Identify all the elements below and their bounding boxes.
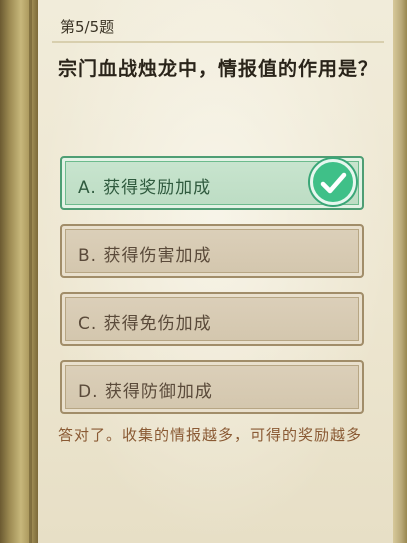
option-d[interactable]: D. 获得防御加成 [60, 360, 364, 414]
header-divider [52, 41, 384, 43]
question-text: 宗门血战烛龙中，情报值的作用是？ [58, 58, 379, 80]
scroll-rod-left [0, 0, 38, 543]
option-b-label: B. 获得伤害加成 [78, 246, 212, 266]
answer-explanation: 答对了。收集的情报越多，可得的奖励越多 [58, 426, 363, 444]
checkmark-icon [310, 159, 356, 205]
option-c[interactable]: C. 获得免伤加成 [60, 292, 364, 346]
quiz-panel: 第5/5题 宗门血战烛龙中，情报值的作用是？ A. 获得奖励加成 B. 获得伤害… [38, 0, 393, 543]
option-a-label: A. 获得奖励加成 [78, 178, 212, 198]
option-b[interactable]: B. 获得伤害加成 [60, 224, 364, 278]
scroll-rod-right [393, 0, 407, 543]
option-a[interactable]: A. 获得奖励加成 [60, 156, 364, 210]
question-counter: 第5/5题 [60, 18, 115, 36]
option-d-label: D. 获得防御加成 [78, 382, 213, 402]
quiz-screen: 第5/5题 宗门血战烛龙中，情报值的作用是？ A. 获得奖励加成 B. 获得伤害… [0, 0, 407, 543]
option-c-label: C. 获得免伤加成 [78, 314, 212, 334]
